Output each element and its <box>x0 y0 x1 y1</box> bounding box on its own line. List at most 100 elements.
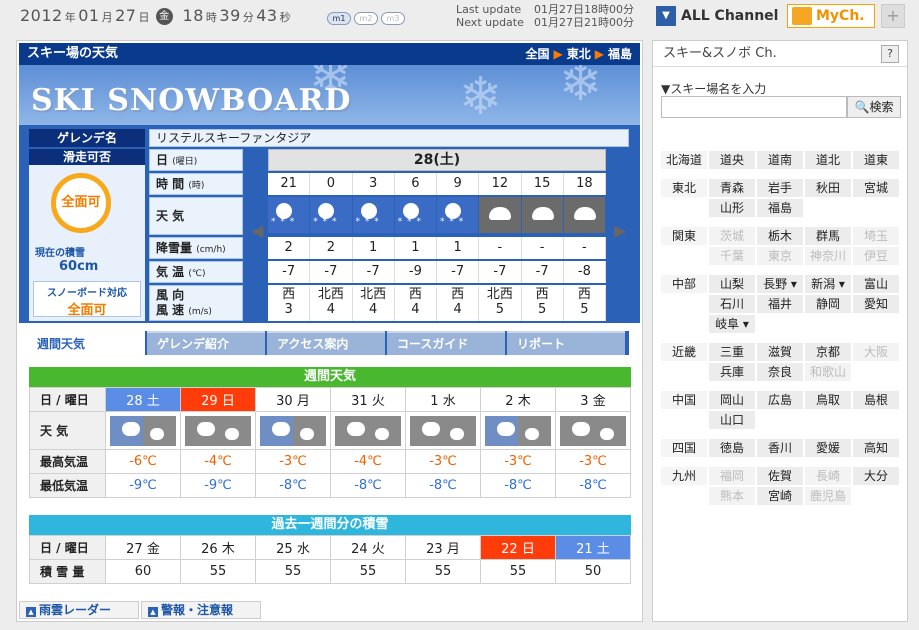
mode-m1[interactable]: m1 <box>327 12 351 25</box>
pref-link[interactable]: 高知 <box>853 439 899 457</box>
mode-m3[interactable]: m3 <box>381 12 405 25</box>
pref-link[interactable]: 山口 <box>709 411 755 429</box>
pref-link[interactable]: 埼玉 <box>853 227 899 245</box>
pref-link[interactable]: 道南 <box>757 151 803 169</box>
resort-search-input[interactable] <box>661 96 847 118</box>
tab-course-guide[interactable]: コースガイド <box>387 331 505 355</box>
pref-link[interactable]: 道北 <box>805 151 851 169</box>
region-name: 中部 <box>661 275 707 293</box>
region-九州: 九州 福岡 佐賀 長崎 大分 熊本 宮崎 鹿児島 <box>661 467 901 507</box>
pref-link[interactable]: 鹿児島 <box>805 487 851 505</box>
pref-link[interactable]: 徳島 <box>709 439 755 457</box>
tab-report[interactable]: リポート <box>507 331 625 355</box>
pref-link[interactable]: 愛媛 <box>805 439 851 457</box>
breadcrumb-link[interactable]: 東北 <box>567 47 591 61</box>
pref-link[interactable]: 神奈川 <box>805 247 851 265</box>
cloud-icon <box>410 415 476 446</box>
pref-link[interactable]: 福岡 <box>709 467 755 485</box>
cloud-icon <box>335 415 401 446</box>
pref-link[interactable]: 道東 <box>853 151 899 169</box>
snowboard-status: スノーボード対応 全面可 <box>33 281 141 318</box>
pref-link[interactable]: 千葉 <box>709 247 755 265</box>
triangle-up-icon: ▲ <box>26 607 36 617</box>
info-tabs: 週間天気 ゲレンデ紹介 アクセス案内 コースガイド リポート <box>27 331 629 355</box>
pref-link[interactable]: 和歌山 <box>805 363 851 381</box>
pref-link[interactable]: 福島 <box>757 199 803 217</box>
pref-link[interactable]: 山梨 <box>709 275 755 293</box>
mode-m2[interactable]: m2 <box>354 12 378 25</box>
pref-link[interactable]: 伊豆 <box>853 247 899 265</box>
past-snow-title: 過去一週間分の積雪 <box>29 515 631 535</box>
pref-link[interactable]: 岐阜 ▾ <box>709 315 755 333</box>
rain-radar-link[interactable]: ▲ 雨雲レーダー <box>19 601 139 619</box>
pref-link[interactable]: 富山 <box>853 275 899 293</box>
snowflake-icon: ❄ <box>459 67 503 125</box>
region-東北: 東北 青森 岩手 秋田 宮城 山形 福島 <box>661 179 901 219</box>
temperature-row: -7 -7 -7 -9 -7 -7 -7 -8 <box>268 261 606 283</box>
top-bar: 2012 年 01 月 27 日金 18 時 39 分 43 秒 m1 m2 m3 Last updat… <box>0 0 919 34</box>
pref-link[interactable]: 福井 <box>757 295 803 313</box>
pref-link[interactable]: 岡山 <box>709 391 755 409</box>
pref-link[interactable]: 石川 <box>709 295 755 313</box>
pref-link[interactable]: 道央 <box>709 151 755 169</box>
mode-switch[interactable]: m1 m2 m3 <box>327 10 408 25</box>
ski-weather-panel: スキー場の天気 全国 ▶ 東北 ▶ 福島 ❄ ❄ ❄ SKI SNOWBOARD ゲレン… <box>16 40 643 622</box>
next-arrow-icon[interactable]: ▶ <box>614 221 626 240</box>
cloud-sun-icon <box>110 415 176 446</box>
pref-link[interactable]: 山形 <box>709 199 755 217</box>
pref-link[interactable]: 宮城 <box>853 179 899 197</box>
tab-slope-intro[interactable]: ゲレンデ紹介 <box>147 331 265 355</box>
pref-link[interactable]: 香川 <box>757 439 803 457</box>
pref-link[interactable]: 大阪 <box>853 343 899 361</box>
pref-link[interactable]: 佐賀 <box>757 467 803 485</box>
all-channel-button[interactable]: ▼ ALL Channel <box>656 4 780 28</box>
pref-link[interactable]: 奈良 <box>757 363 803 381</box>
pref-link[interactable]: 長崎 <box>805 467 851 485</box>
warnings-link[interactable]: ▲ 警報・注意報 <box>141 601 261 619</box>
pref-link[interactable]: 広島 <box>757 391 803 409</box>
pref-link[interactable]: 東京 <box>757 247 803 265</box>
snow-icon <box>437 197 479 233</box>
pref-link[interactable]: 群馬 <box>805 227 851 245</box>
wind-row: 西3 北西 4 北西 4 西4 西4 北西 5 西5 西5 <box>268 285 606 321</box>
footer-links: ▲ 雨雲レーダー ▲ 警報・注意報 <box>19 601 263 619</box>
forecast-date: 28(土) <box>268 149 606 171</box>
breadcrumb-link[interactable]: 全国 <box>525 47 549 61</box>
pref-link[interactable]: 新潟 ▾ <box>805 275 851 293</box>
pref-link[interactable]: 秋田 <box>805 179 851 197</box>
pref-link[interactable]: 岩手 <box>757 179 803 197</box>
pref-link[interactable]: 長野 ▾ <box>757 275 803 293</box>
cloud-icon <box>185 415 251 446</box>
tab-access[interactable]: アクセス案内 <box>267 331 385 355</box>
weekday-badge: 金 <box>155 8 173 25</box>
triangle-up-icon: ▲ <box>148 607 158 617</box>
breadcrumb-link[interactable]: 福島 <box>608 47 632 61</box>
region-近畿: 近畿 三重 滋賀 京都 大阪 兵庫 奈良 和歌山 <box>661 343 901 383</box>
snowflake-icon: ❄ <box>559 65 603 113</box>
region-中部: 中部 山梨 長野 ▾ 新潟 ▾ 富山石川 福井 静岡 愛知岐阜 ▾ <box>661 275 901 335</box>
pref-link[interactable]: 鳥取 <box>805 391 851 409</box>
pref-link[interactable]: 滋賀 <box>757 343 803 361</box>
pref-link[interactable]: 兵庫 <box>709 363 755 381</box>
search-button[interactable]: 🔍検索 <box>847 96 901 118</box>
help-icon[interactable]: ? <box>881 45 899 63</box>
pref-link[interactable]: 青森 <box>709 179 755 197</box>
mych-button[interactable]: MyCh. <box>787 4 875 28</box>
pref-link[interactable]: 愛知 <box>853 295 899 313</box>
pref-link[interactable]: 静岡 <box>805 295 851 313</box>
tv-icon <box>792 7 812 25</box>
pref-link[interactable]: 大分 <box>853 467 899 485</box>
cloud-icon <box>560 415 626 446</box>
pref-link[interactable]: 熊本 <box>709 487 755 505</box>
pref-link[interactable]: 三重 <box>709 343 755 361</box>
prev-arrow-icon[interactable]: ◀ <box>251 221 263 240</box>
pref-link[interactable]: 京都 <box>805 343 851 361</box>
pref-link[interactable]: 島根 <box>853 391 899 409</box>
tab-weekly[interactable]: 週間天気 <box>27 331 145 355</box>
pref-link[interactable]: 栃木 <box>757 227 803 245</box>
add-channel-button[interactable]: + <box>881 4 905 28</box>
cloud-icon <box>521 197 563 233</box>
pref-link[interactable]: 宮崎 <box>757 487 803 505</box>
pref-link[interactable]: 茨城 <box>709 227 755 245</box>
search-icon: 🔍 <box>854 100 870 114</box>
